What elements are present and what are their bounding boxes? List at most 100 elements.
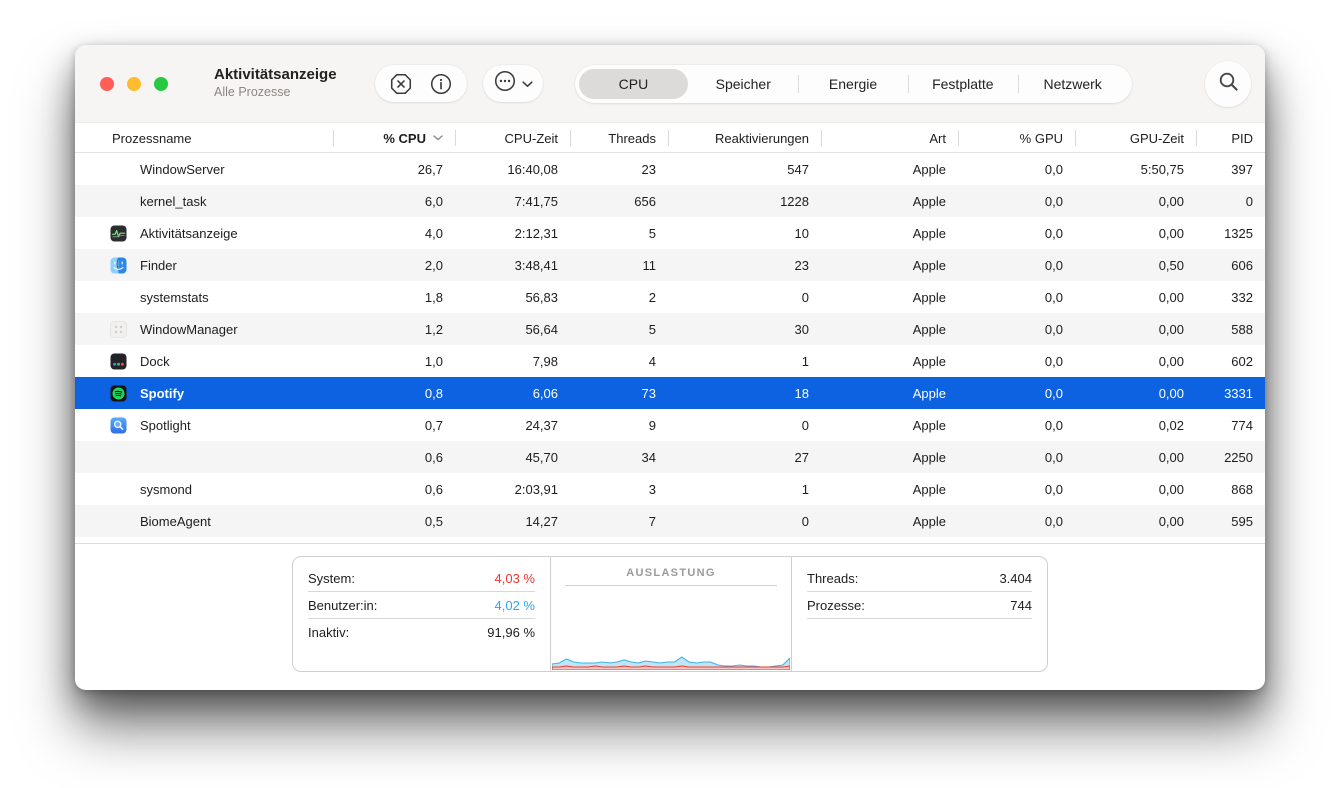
cell-cpu: 1,0 <box>333 354 455 369</box>
more-options-button[interactable] <box>483 65 543 102</box>
table-row-WindowServer[interactable]: WindowServer 26,7 16:40,08 23 547 Apple … <box>75 153 1265 185</box>
window-title: Aktivitätsanzeige <box>214 66 337 85</box>
cell-gpu: 0,0 <box>958 354 1075 369</box>
minimize-window-button[interactable] <box>127 77 141 91</box>
process-name: systemstats <box>140 290 209 305</box>
no-icon <box>110 449 127 466</box>
column-header-pid[interactable]: PID <box>1196 123 1265 153</box>
process-name: WindowManager <box>140 322 238 337</box>
cell-cpu: 0,7 <box>333 418 455 433</box>
cell-pid: 2250 <box>1196 450 1265 465</box>
table-row-systemstats[interactable]: systemstats 1,8 56,83 2 0 Apple 0,0 0,00… <box>75 281 1265 313</box>
table-row-kernel_task[interactable]: kernel_task 6,0 7:41,75 656 1228 Apple 0… <box>75 185 1265 217</box>
process-actions-group <box>375 65 467 102</box>
cell-gpu_time: 0,00 <box>1075 226 1196 241</box>
cell-gpu_time: 0,00 <box>1075 482 1196 497</box>
cell-pid: 588 <box>1196 322 1265 337</box>
cell-cpu_time: 3:48,41 <box>455 258 570 273</box>
cell-kind: Apple <box>821 450 958 465</box>
table-row-unnamed[interactable]: 0,6 45,70 34 27 Apple 0,0 0,00 2250 <box>75 441 1265 473</box>
cell-gpu_time: 0,00 <box>1075 194 1196 209</box>
column-header-gpu[interactable]: % GPU <box>958 123 1075 153</box>
column-header-name[interactable]: Prozessname <box>75 123 333 153</box>
cell-cpu: 0,6 <box>333 482 455 497</box>
stop-process-button[interactable] <box>381 65 421 102</box>
cell-gpu_time: 0,50 <box>1075 258 1196 273</box>
column-header-threads[interactable]: Threads <box>570 123 668 153</box>
cell-threads: 3 <box>570 482 668 497</box>
cell-reactivations: 0 <box>668 514 821 529</box>
stat-value: 4,02 % <box>495 598 535 613</box>
cell-gpu_time: 5:50,75 <box>1075 162 1196 177</box>
column-header-cpu[interactable]: % CPU <box>333 123 455 153</box>
column-header-reactivations[interactable]: Reaktivierungen <box>668 123 821 153</box>
cell-cpu: 0,8 <box>333 386 455 401</box>
cell-pid: 774 <box>1196 418 1265 433</box>
table-row-Dock[interactable]: Dock 1,0 7,98 4 1 Apple 0,0 0,00 602 <box>75 345 1265 377</box>
tab-energie[interactable]: Energie <box>798 69 908 99</box>
search-icon <box>1217 70 1240 98</box>
process-name: sysmond <box>140 482 192 497</box>
window-subtitle: Alle Prozesse <box>214 85 337 101</box>
cell-gpu_time: 0,00 <box>1075 386 1196 401</box>
column-header-gpu_time[interactable]: GPU-Zeit <box>1075 123 1196 153</box>
cell-pid: 595 <box>1196 514 1265 529</box>
table-row-WindowManager[interactable]: WindowManager 1,2 56,64 5 30 Apple 0,0 0… <box>75 313 1265 345</box>
cell-cpu_time: 14,27 <box>455 514 570 529</box>
cell-kind: Apple <box>821 162 958 177</box>
cell-gpu: 0,0 <box>958 514 1075 529</box>
table-row-Finder[interactable]: Finder 2,0 3:48,41 11 23 Apple 0,0 0,50 … <box>75 249 1265 281</box>
cell-cpu: 2,0 <box>333 258 455 273</box>
chart-title-underline <box>565 585 777 586</box>
inspect-process-button[interactable] <box>421 65 461 102</box>
close-window-button[interactable] <box>100 77 114 91</box>
table-row-sysmond[interactable]: sysmond 0,6 2:03,91 3 1 Apple 0,0 0,00 8… <box>75 473 1265 505</box>
zoom-window-button[interactable] <box>154 77 168 91</box>
cpu-stats-box: System:4,03 %Benutzer:in:4,02 %Inaktiv:9… <box>292 556 1048 672</box>
finder-icon <box>110 257 127 274</box>
cell-gpu: 0,0 <box>958 322 1075 337</box>
cell-cpu_time: 56,83 <box>455 290 570 305</box>
no-icon <box>110 289 127 306</box>
cell-cpu_time: 56,64 <box>455 322 570 337</box>
stat-row: Benutzer:in:4,02 % <box>308 592 535 619</box>
column-header-kind[interactable]: Art <box>821 123 958 153</box>
tab-cpu[interactable]: CPU <box>579 69 689 99</box>
column-header-cpu_time[interactable]: CPU-Zeit <box>455 123 570 153</box>
cell-threads: 5 <box>570 322 668 337</box>
cell-gpu_time: 0,00 <box>1075 514 1196 529</box>
search-button[interactable] <box>1205 61 1251 107</box>
cell-gpu: 0,0 <box>958 162 1075 177</box>
cell-threads: 2 <box>570 290 668 305</box>
sort-direction-icon <box>433 135 443 141</box>
cell-gpu: 0,0 <box>958 226 1075 241</box>
activity-monitor-window: Aktivitätsanzeige Alle Prozesse <box>75 45 1265 690</box>
cpu-load-chart <box>552 642 790 670</box>
cell-gpu_time: 0,00 <box>1075 290 1196 305</box>
stat-row: Inaktiv:91,96 % <box>308 619 535 646</box>
stat-row: System:4,03 % <box>308 565 535 592</box>
cell-gpu: 0,0 <box>958 290 1075 305</box>
table-row-Aktivitätsanzeige[interactable]: Aktivitätsanzeige 4,0 2:12,31 5 10 Apple… <box>75 217 1265 249</box>
table-row-Spotify[interactable]: Spotify 0,8 6,06 73 18 Apple 0,0 0,00 33… <box>75 377 1265 409</box>
dock-icon <box>110 353 127 370</box>
cell-cpu: 6,0 <box>333 194 455 209</box>
tab-speicher[interactable]: Speicher <box>688 69 798 99</box>
cell-reactivations: 1228 <box>668 194 821 209</box>
tab-festplatte[interactable]: Festplatte <box>908 69 1018 99</box>
cell-gpu: 0,0 <box>958 194 1075 209</box>
cell-threads: 34 <box>570 450 668 465</box>
table-row-Spotlight[interactable]: Spotlight 0,7 24,37 9 0 Apple 0,0 0,02 7… <box>75 409 1265 441</box>
process-name: Dock <box>140 354 170 369</box>
tab-netzwerk[interactable]: Netzwerk <box>1018 69 1128 99</box>
cell-threads: 9 <box>570 418 668 433</box>
stat-label: Prozesse: <box>807 598 865 613</box>
table-row-BiomeAgent[interactable]: BiomeAgent 0,5 14,27 7 0 Apple 0,0 0,00 … <box>75 505 1265 537</box>
cell-gpu: 0,0 <box>958 258 1075 273</box>
process-name: Spotify <box>140 386 184 401</box>
cell-reactivations: 23 <box>668 258 821 273</box>
toolbar: Aktivitätsanzeige Alle Prozesse <box>75 45 1265 123</box>
cell-threads: 4 <box>570 354 668 369</box>
info-icon <box>429 72 453 96</box>
cell-kind: Apple <box>821 226 958 241</box>
